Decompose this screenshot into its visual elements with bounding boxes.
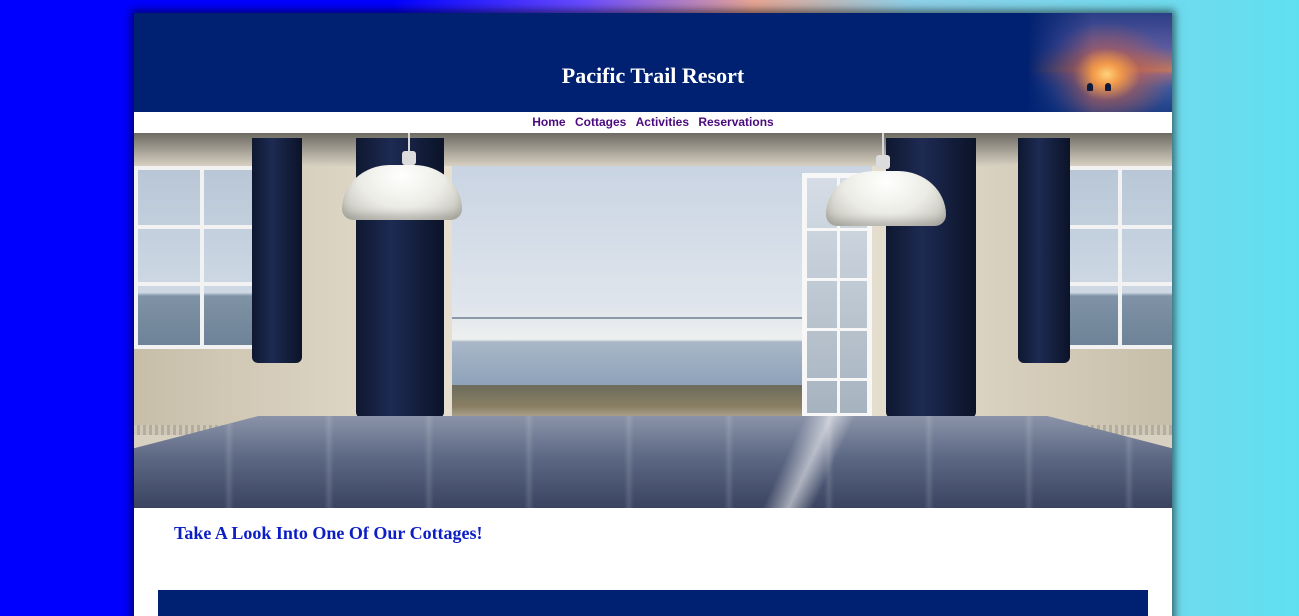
door-mullion bbox=[807, 328, 867, 331]
site-title: Pacific Trail Resort bbox=[561, 63, 745, 88]
lamp-cord-right bbox=[882, 133, 884, 157]
section-heading: Take A Look Into One Of Our Cottages! bbox=[174, 523, 483, 543]
main-nav: Home Cottages Activities Reservations bbox=[134, 112, 1172, 133]
right-window bbox=[1062, 166, 1172, 349]
lamp-cap-right bbox=[876, 155, 890, 169]
hero-image-cottage-interior bbox=[134, 133, 1172, 508]
curtain-right-outer bbox=[1018, 138, 1070, 363]
content-panel bbox=[158, 590, 1148, 616]
lamp-cap-left bbox=[402, 151, 416, 165]
site-header: Pacific Trail Resort bbox=[134, 13, 1172, 112]
left-window bbox=[134, 166, 262, 349]
door-mullion bbox=[807, 378, 867, 381]
nav-link-activities[interactable]: Activities bbox=[636, 115, 689, 129]
window-mullion bbox=[1118, 170, 1122, 345]
window-mullion bbox=[138, 225, 258, 229]
dining-table bbox=[134, 416, 1172, 508]
kayaker-silhouette bbox=[1105, 83, 1111, 91]
window-mullion bbox=[138, 282, 258, 286]
window-mullion bbox=[1066, 225, 1172, 229]
curtain-left-outer bbox=[252, 138, 302, 363]
page-wrapper: Pacific Trail Resort Home Cottages Activ… bbox=[134, 13, 1172, 616]
door-mullion bbox=[807, 228, 867, 231]
sunset-kayak-image bbox=[1027, 13, 1172, 112]
door-mullion bbox=[807, 278, 867, 281]
window-mullion bbox=[200, 170, 204, 345]
lamp-cord-left bbox=[408, 133, 410, 153]
table-light-reflection bbox=[734, 416, 894, 508]
nav-link-reservations[interactable]: Reservations bbox=[698, 115, 773, 129]
nav-link-home[interactable]: Home bbox=[532, 115, 565, 129]
window-mullion bbox=[1066, 282, 1172, 286]
nav-link-cottages[interactable]: Cottages bbox=[575, 115, 626, 129]
kayaker-silhouette bbox=[1087, 83, 1093, 91]
